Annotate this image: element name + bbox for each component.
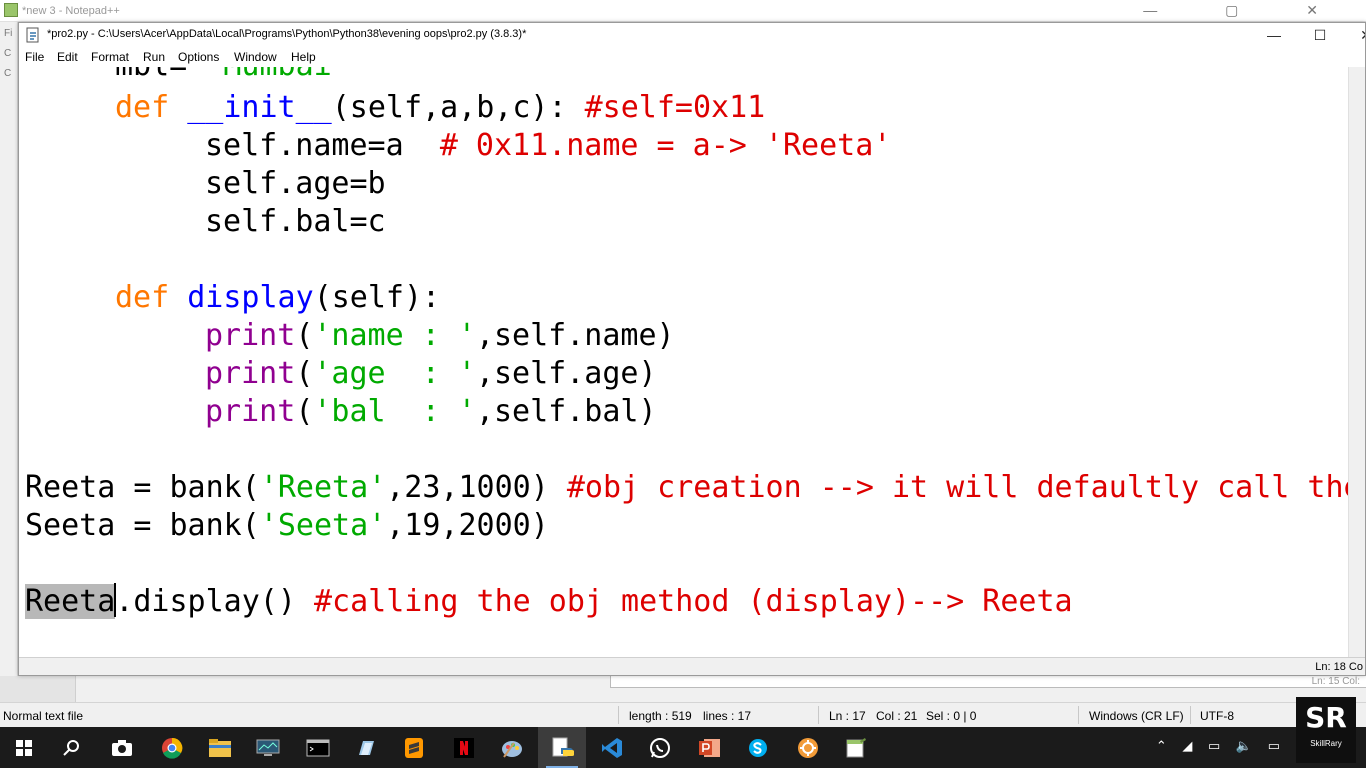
skillrary-watermark-logo: SR SkillRary xyxy=(1296,697,1356,763)
idle-title: *pro2.py - C:\Users\Acer\AppData\Local\P… xyxy=(47,28,527,40)
code-line: print('name : ',self.name) xyxy=(205,318,675,353)
taskbar: ⌃ ◢ ▭ 🔈 ▭ xyxy=(0,727,1366,768)
status-eol: Windows (CR LF) xyxy=(1089,709,1184,723)
status-lines: lines : 17 xyxy=(703,709,752,723)
maximize-button[interactable]: ☐ xyxy=(1297,24,1343,46)
status-encoding: UTF-8 xyxy=(1200,709,1234,723)
notepadpp-menu-peek: Fi xyxy=(4,28,13,39)
inner-window-status-peek: Ln: 15 Col: xyxy=(1311,676,1360,687)
whatsapp-icon[interactable] xyxy=(636,727,684,768)
code-editor[interactable]: mbl= 'Mumbai' def __init__(self,a,b,c): … xyxy=(19,67,1350,657)
paint-icon[interactable] xyxy=(488,727,536,768)
powerpoint-icon[interactable] xyxy=(686,727,734,768)
notepadpp-gutter xyxy=(0,676,76,702)
code-line: Reeta = bank('Reeta',23,1000) #obj creat… xyxy=(25,470,1350,505)
notepadpp-tab-peek-2: C xyxy=(4,68,12,79)
python-idle-icon[interactable] xyxy=(538,727,586,768)
monitor-icon[interactable] xyxy=(244,727,292,768)
close-button[interactable]: ✕ xyxy=(1343,24,1365,46)
code-line: def display(self): xyxy=(115,280,441,315)
chrome-icon[interactable] xyxy=(148,727,196,768)
notepadpp-left-edge: Fi C C xyxy=(0,22,18,702)
code-line: print('bal : ',self.bal) xyxy=(205,394,657,429)
menu-file[interactable]: File xyxy=(25,50,44,64)
logo-letters: SR xyxy=(1305,701,1347,734)
code-line: self.bal=c xyxy=(205,204,386,239)
status-file-type: Normal text file xyxy=(3,709,84,723)
code-line: Seeta = bank('Seeta',19,2000) xyxy=(25,508,549,543)
logo-caption: SkillRary xyxy=(1310,739,1342,748)
menu-format[interactable]: Format xyxy=(91,50,129,64)
notepadpp-window-controls[interactable]: — ▢ ✕ xyxy=(1143,2,1350,19)
camera-icon[interactable] xyxy=(98,727,146,768)
text-selection: Reeta xyxy=(25,584,116,619)
skype-icon[interactable] xyxy=(734,727,782,768)
menu-window[interactable]: Window xyxy=(234,50,277,64)
menu-help[interactable]: Help xyxy=(291,50,316,64)
menu-edit[interactable]: Edit xyxy=(57,50,78,64)
notepadpp-title: *new 3 - Notepad++ xyxy=(22,5,120,17)
python-file-icon xyxy=(26,27,39,43)
status-ln: Ln : 17 xyxy=(829,709,866,723)
status-sel: Sel : 0 | 0 xyxy=(926,709,977,723)
gear-app-icon[interactable] xyxy=(784,727,832,768)
windows-start-icon[interactable] xyxy=(0,727,48,768)
notepad-plus-plus-icon[interactable] xyxy=(832,727,880,768)
search-icon[interactable] xyxy=(48,727,96,768)
code-line: def __init__(self,a,b,c): #self=0x11 xyxy=(115,90,766,125)
minimize-button[interactable]: — xyxy=(1251,24,1297,46)
notes-icon[interactable] xyxy=(342,727,390,768)
vertical-scrollbar[interactable] xyxy=(1348,67,1365,657)
code-line: self.name=a # 0x11.name = a-> 'Reeta' xyxy=(205,128,892,163)
notepadpp-icon xyxy=(4,3,18,17)
code-line: mbl= 'Mumbai' xyxy=(115,67,350,85)
terminal-icon[interactable] xyxy=(294,727,342,768)
idle-editor-window: *pro2.py - C:\Users\Acer\AppData\Local\P… xyxy=(18,22,1366,676)
file-explorer-icon[interactable] xyxy=(196,727,244,768)
notepadpp-inner-window: Ln: 15 Col: xyxy=(610,676,1366,688)
menu-options[interactable]: Options xyxy=(178,50,219,64)
status-length: length : 519 xyxy=(629,709,692,723)
notepadpp-titlebar: *new 3 - Notepad++ — ▢ ✕ xyxy=(0,0,1366,22)
sublime-text-icon[interactable] xyxy=(390,727,438,768)
netflix-icon[interactable] xyxy=(440,727,488,768)
status-col: Col : 21 xyxy=(876,709,918,723)
code-line: self.age=b xyxy=(205,166,386,201)
idle-menubar: File Edit Format Run Options Window Help xyxy=(19,47,1365,67)
idle-status-ln: Ln: 18 Co xyxy=(1315,661,1363,673)
menu-run[interactable]: Run xyxy=(143,50,165,64)
notepadpp-statusbar: Normal text file length : 519 lines : 17… xyxy=(0,702,1366,727)
code-line: print('age : ',self.age) xyxy=(205,356,657,391)
notepadpp-tab-peek: C xyxy=(4,48,12,59)
notepadpp-bottom-area: Ln: 15 Col: xyxy=(0,676,1366,702)
idle-titlebar: *pro2.py - C:\Users\Acer\AppData\Local\P… xyxy=(19,23,1365,47)
idle-statusbar: Ln: 18 Co xyxy=(19,657,1365,675)
vscode-icon[interactable] xyxy=(588,727,636,768)
system-tray[interactable]: ⌃ ◢ ▭ 🔈 ▭ xyxy=(1156,738,1286,754)
code-line: Reeta.display() #calling the obj method … xyxy=(25,583,1073,619)
